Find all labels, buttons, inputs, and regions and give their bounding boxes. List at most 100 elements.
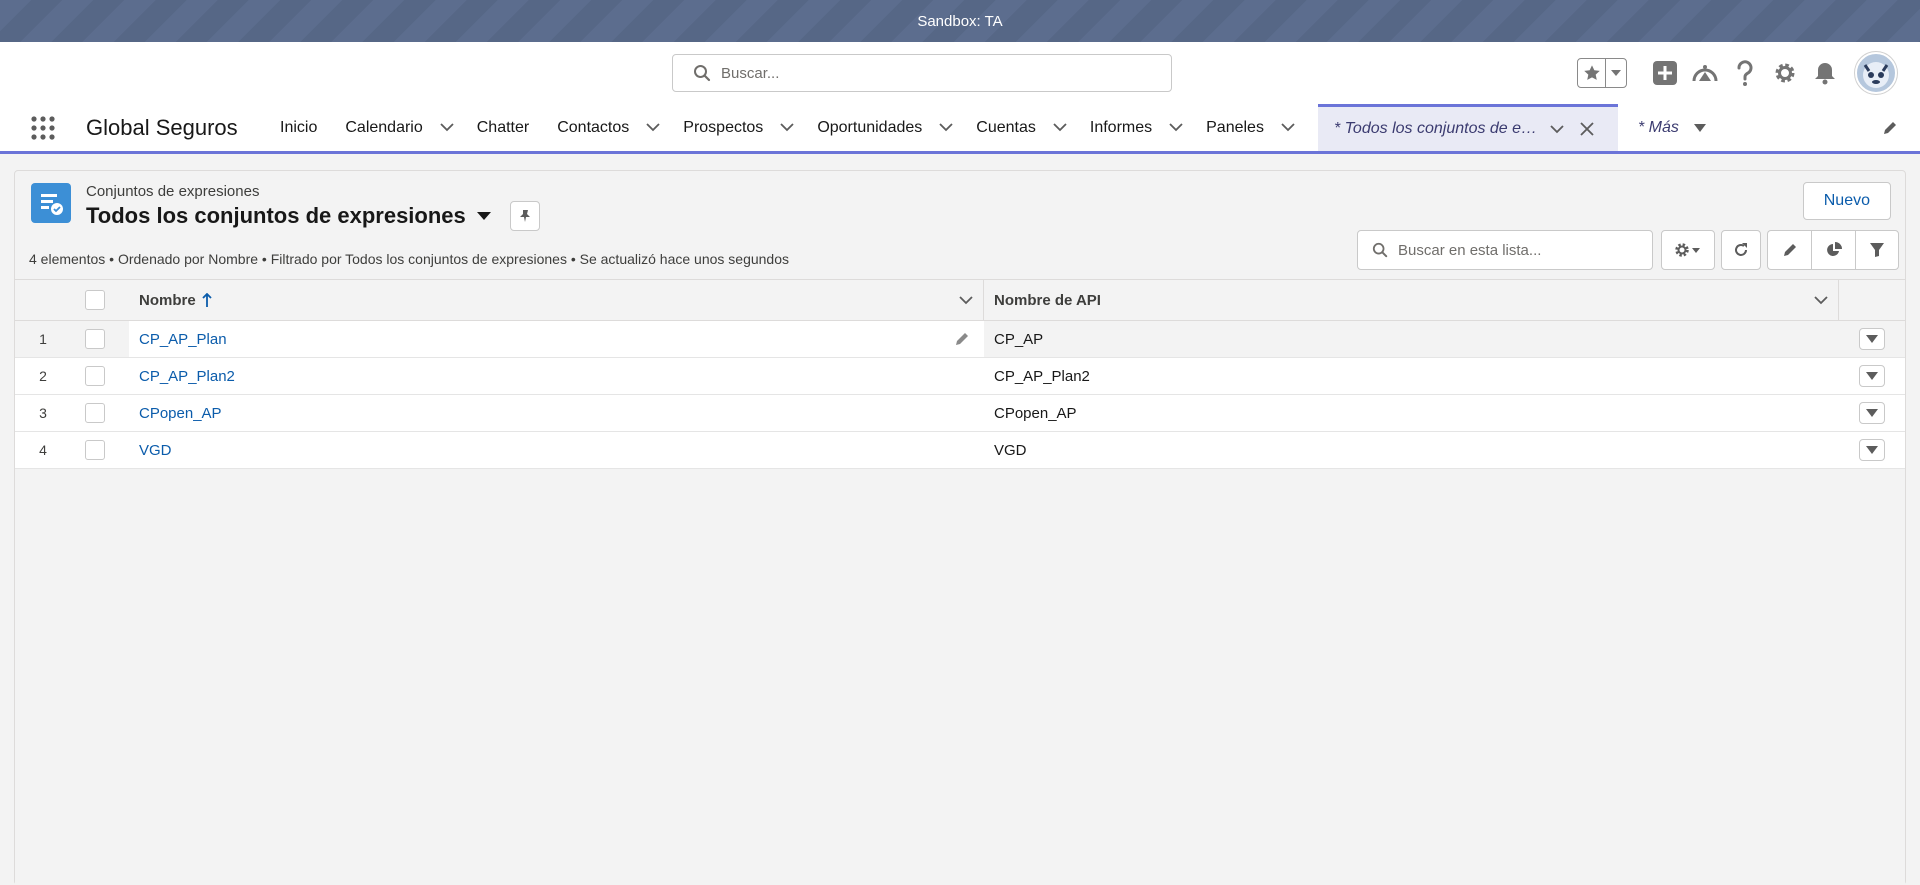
nav-item-cuentas[interactable]: Cuentas [976,104,1090,151]
chevron-down-icon[interactable] [1042,110,1078,146]
row-checkbox[interactable] [85,329,105,349]
row-actions-menu-button[interactable] [1859,365,1885,387]
chevron-down-icon[interactable] [769,110,805,146]
name-cell: CPopen_AP [129,395,984,431]
chevron-down-icon[interactable] [635,110,671,146]
row-number-header [15,280,85,320]
pencil-icon[interactable] [1878,116,1902,140]
nav-item-label: Oportunidades [817,118,923,136]
nav-item-label: Calendario [345,118,423,136]
app-name: Global Seguros [86,114,238,140]
record-link[interactable]: CPopen_AP [139,405,222,422]
chevron-down-icon[interactable] [1812,291,1830,309]
nav-item-label: Contactos [557,118,630,136]
nav-more-menu[interactable]: * Más [1618,104,1715,151]
filter-icon[interactable] [1855,230,1899,270]
table-header: Nombre Nombre de API [15,279,1905,321]
search-icon [1372,242,1388,258]
nav-item-chatter[interactable]: Chatter [477,104,557,151]
list-view-controls-button[interactable] [1661,230,1715,270]
nav-item-paneles[interactable]: Paneles [1206,104,1318,151]
nav-item-prospectos[interactable]: Prospectos [683,104,817,151]
name-cell: CP_AP_Plan2 [129,358,984,394]
row-number: 3 [39,405,47,421]
chevron-down-icon[interactable] [1542,114,1572,144]
nav-item-contactos[interactable]: Contactos [557,104,683,151]
star-icon[interactable] [1578,59,1606,87]
pin-icon[interactable] [509,201,540,231]
sort-ascending-icon [202,293,212,307]
favorites-group [1577,58,1627,88]
search-icon [693,64,711,82]
row-action-cell [1839,432,1905,468]
user-avatar[interactable] [1855,52,1897,94]
nav-item-informes[interactable]: Informes [1090,104,1206,151]
row-number: 1 [39,331,47,347]
new-button[interactable]: Nuevo [1802,182,1891,220]
row-checkbox[interactable] [85,403,105,423]
caret-down-icon[interactable] [472,204,496,228]
api-name-cell: CP_AP_Plan2 [994,367,1090,385]
api-name-cell: VGD [994,441,1027,459]
table-row: 1 CP_AP_Plan CP_AP [15,321,1905,358]
column-header-api-name[interactable]: Nombre de API [984,280,1839,320]
record-link[interactable]: CP_AP_Plan2 [139,368,235,385]
row-number: 2 [39,368,47,384]
name-cell: CP_AP_Plan [129,321,984,357]
row-actions-menu-button[interactable] [1859,328,1885,350]
trailhead-icon[interactable] [1685,53,1725,93]
caret-down-icon[interactable] [1685,113,1715,143]
row-check-cell [85,321,129,357]
record-link[interactable]: CP_AP_Plan [139,331,227,348]
app-launcher-icon[interactable] [0,104,86,151]
nav-item-oportunidades[interactable]: Oportunidades [817,104,976,151]
table-row: 2 CP_AP_Plan2 CP_AP_Plan2 [15,358,1905,395]
row-checkbox[interactable] [85,440,105,460]
column-header-label: Nombre [139,291,196,309]
nav-item-calendario[interactable]: Calendario [345,104,476,151]
list-view-card: Conjuntos de expresiones Todos los conju… [14,170,1906,885]
nav-item-label: Paneles [1206,118,1264,136]
sandbox-label: Sandbox: TA [917,12,1003,30]
column-header-name[interactable]: Nombre [129,280,984,320]
chevron-down-icon[interactable] [1270,110,1306,146]
help-icon[interactable] [1725,53,1765,93]
pencil-icon[interactable] [1767,230,1811,270]
chevron-down-icon[interactable] [429,110,465,146]
list-search-input[interactable] [1398,241,1638,259]
nav-item-label: Chatter [476,118,530,136]
row-check-cell [85,432,129,468]
refresh-icon[interactable] [1721,230,1761,270]
row-action-cell [1839,395,1905,431]
row-check-cell [85,395,129,431]
nav-item-label: Prospectos [683,118,764,136]
bell-icon[interactable] [1805,53,1845,93]
global-search-input[interactable] [721,64,1141,82]
expression-set-object-icon [31,183,71,223]
list-search[interactable] [1357,230,1653,270]
list-view-table: Nombre Nombre de API 1 CP_AP_Plan CP_AP [15,279,1905,885]
row-number: 4 [39,442,47,458]
plus-icon[interactable] [1645,53,1685,93]
nav-item-inicio[interactable]: Inicio [280,104,345,151]
gear-icon[interactable] [1765,53,1805,93]
tab-active-list-view[interactable]: * Todos los conjuntos de expresiones [1317,104,1618,151]
active-tab-label: * Todos los conjuntos de expresiones [1333,120,1542,137]
name-cell: VGD [129,432,984,468]
chevron-down-icon[interactable] [957,291,975,309]
row-checkbox[interactable] [85,366,105,386]
record-link[interactable]: VGD [139,442,172,459]
list-view-info: 4 elementos • Ordenado por Nombre • Filt… [29,251,790,267]
object-label: Conjuntos de expresiones [86,183,260,200]
favorites-dropdown-icon[interactable] [1606,59,1626,87]
chevron-down-icon[interactable] [928,110,964,146]
global-search[interactable] [672,54,1172,92]
pencil-icon[interactable] [954,331,970,347]
row-actions-menu-button[interactable] [1859,439,1885,461]
row-actions-menu-button[interactable] [1859,402,1885,424]
close-icon[interactable] [1572,114,1602,144]
sandbox-banner: Sandbox: TA [0,0,1920,42]
select-all-checkbox[interactable] [85,290,105,310]
chevron-down-icon[interactable] [1158,110,1194,146]
chart-icon[interactable] [1811,230,1855,270]
